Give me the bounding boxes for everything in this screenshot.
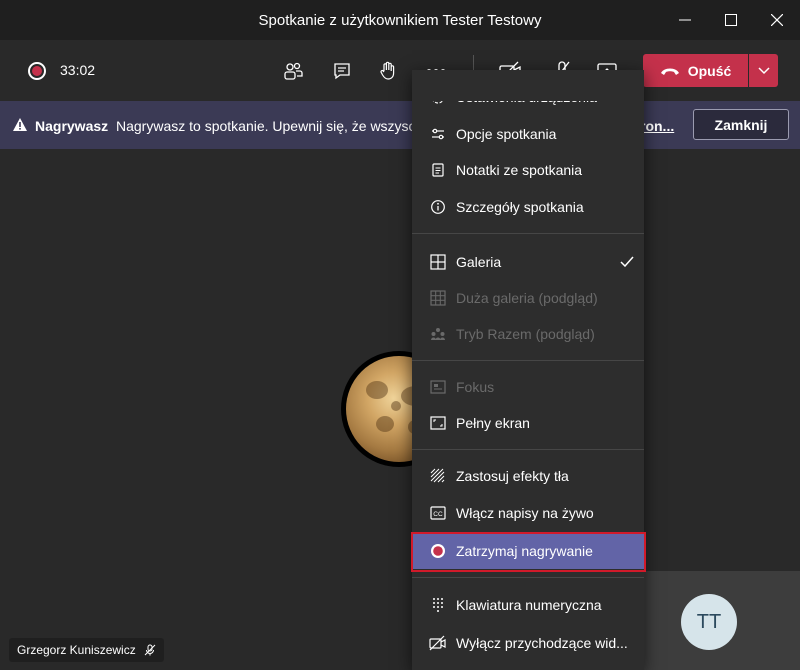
title-bar: Spotkanie z użytkownikiem Tester Testowy: [0, 0, 800, 40]
menu-item-label: Fokus: [456, 379, 495, 395]
participants-icon: [284, 62, 303, 80]
menu-item-label: Galeria: [456, 254, 502, 270]
minimize-icon: [679, 19, 691, 21]
minimize-button[interactable]: [662, 0, 708, 40]
menu-divider: [412, 449, 644, 450]
leave-button[interactable]: Opuść: [643, 54, 748, 87]
menu-item-live-captions[interactable]: CC Włącz napisy na żywo: [412, 495, 644, 531]
menu-item-label: Zastosuj efekty tła: [456, 468, 569, 484]
svg-text:CC: CC: [433, 511, 443, 518]
highlight-annotation: [411, 532, 646, 572]
video-off-icon: [429, 634, 447, 652]
privacy-policy-link[interactable]: ron...: [640, 118, 674, 134]
menu-item-dialpad[interactable]: Klawiatura numeryczna: [412, 587, 644, 623]
menu-item-label: Opcje spotkania: [456, 126, 557, 142]
menu-item-gallery[interactable]: Galeria: [412, 244, 644, 280]
meeting-timer: 33:02: [60, 62, 96, 78]
close-icon: [771, 14, 783, 26]
menu-item-label: Włącz napisy na żywo: [456, 505, 594, 521]
menu-item-together-mode[interactable]: Tryb Razem (podgląd): [412, 316, 644, 352]
raise-hand-icon: [380, 61, 395, 80]
chat-icon: [334, 63, 350, 80]
menu-divider: [412, 360, 644, 361]
window-controls: [662, 0, 800, 40]
banner-close-button[interactable]: Zamknij: [693, 109, 789, 140]
menu-item-label: Notatki ze spotkania: [456, 162, 583, 178]
leave-options-button[interactable]: [749, 54, 778, 87]
info-icon: [429, 198, 447, 216]
checkmark-icon: [620, 254, 634, 270]
initials-avatar: TT: [681, 594, 737, 650]
notes-icon: [429, 161, 447, 179]
menu-item-fullscreen[interactable]: Pełny ekran: [412, 405, 644, 441]
more-options-menu: Ustawienia urządzenia Opcje spotkania No…: [412, 70, 644, 670]
leave-label: Opuść: [687, 62, 732, 79]
menu-item-turn-off-incoming-video[interactable]: Wyłącz przychodzące wid...: [412, 625, 644, 661]
fullscreen-icon: [429, 414, 447, 432]
banner-message: Nagrywasz to spotkanie. Upewnij się, że …: [116, 118, 423, 134]
menu-divider: [412, 577, 644, 578]
gallery-icon: [429, 253, 447, 271]
menu-item-meeting-options[interactable]: Opcje spotkania: [412, 116, 644, 152]
recording-indicator-icon: [28, 62, 46, 80]
menu-top-cover: [412, 70, 644, 101]
background-effects-icon: [429, 467, 447, 485]
chevron-down-icon: [757, 66, 770, 74]
mic-off-small-icon: [144, 644, 156, 656]
menu-item-meeting-details[interactable]: Szczegóły spotkania: [412, 189, 644, 225]
menu-item-large-gallery[interactable]: Duża galeria (podgląd): [412, 280, 644, 316]
menu-item-label: Pełny ekran: [456, 415, 530, 431]
menu-item-background-effects[interactable]: Zastosuj efekty tła: [412, 458, 644, 494]
banner-title: Nagrywasz: [35, 118, 109, 134]
menu-item-label: Szczegóły spotkania: [456, 199, 584, 215]
sliders-icon: [429, 125, 447, 143]
participants-button[interactable]: [280, 58, 306, 84]
menu-item-focus[interactable]: Fokus: [412, 369, 644, 405]
maximize-icon: [725, 14, 737, 26]
focus-icon: [429, 378, 447, 396]
participant-name-tag: Grzegorz Kuniszewicz: [9, 638, 164, 662]
captions-icon: CC: [429, 504, 447, 522]
together-mode-icon: [429, 325, 447, 343]
phone-hangup-icon: [660, 68, 679, 75]
menu-item-meeting-notes[interactable]: Notatki ze spotkania: [412, 152, 644, 188]
menu-item-label: Wyłącz przychodzące wid...: [456, 635, 628, 651]
participant-name: Grzegorz Kuniszewicz: [17, 643, 136, 657]
teams-meeting-window: Spotkanie z użytkownikiem Tester Testowy…: [0, 0, 800, 670]
menu-item-label: Klawiatura numeryczna: [456, 597, 602, 613]
close-window-button[interactable]: [754, 0, 800, 40]
menu-divider: [412, 233, 644, 234]
menu-item-label: Duża galeria (podgląd): [456, 290, 598, 306]
large-gallery-icon: [429, 289, 447, 307]
dialpad-icon: [429, 596, 447, 614]
window-title: Spotkanie z użytkownikiem Tester Testowy: [258, 11, 542, 29]
recording-banner: Nagrywasz Nagrywasz to spotkanie. Upewni…: [0, 101, 800, 149]
warning-icon: [12, 117, 28, 135]
chat-button[interactable]: [329, 58, 355, 84]
menu-item-label: Tryb Razem (podgląd): [456, 326, 595, 342]
maximize-button[interactable]: [708, 0, 754, 40]
raise-hand-button[interactable]: [375, 58, 401, 84]
